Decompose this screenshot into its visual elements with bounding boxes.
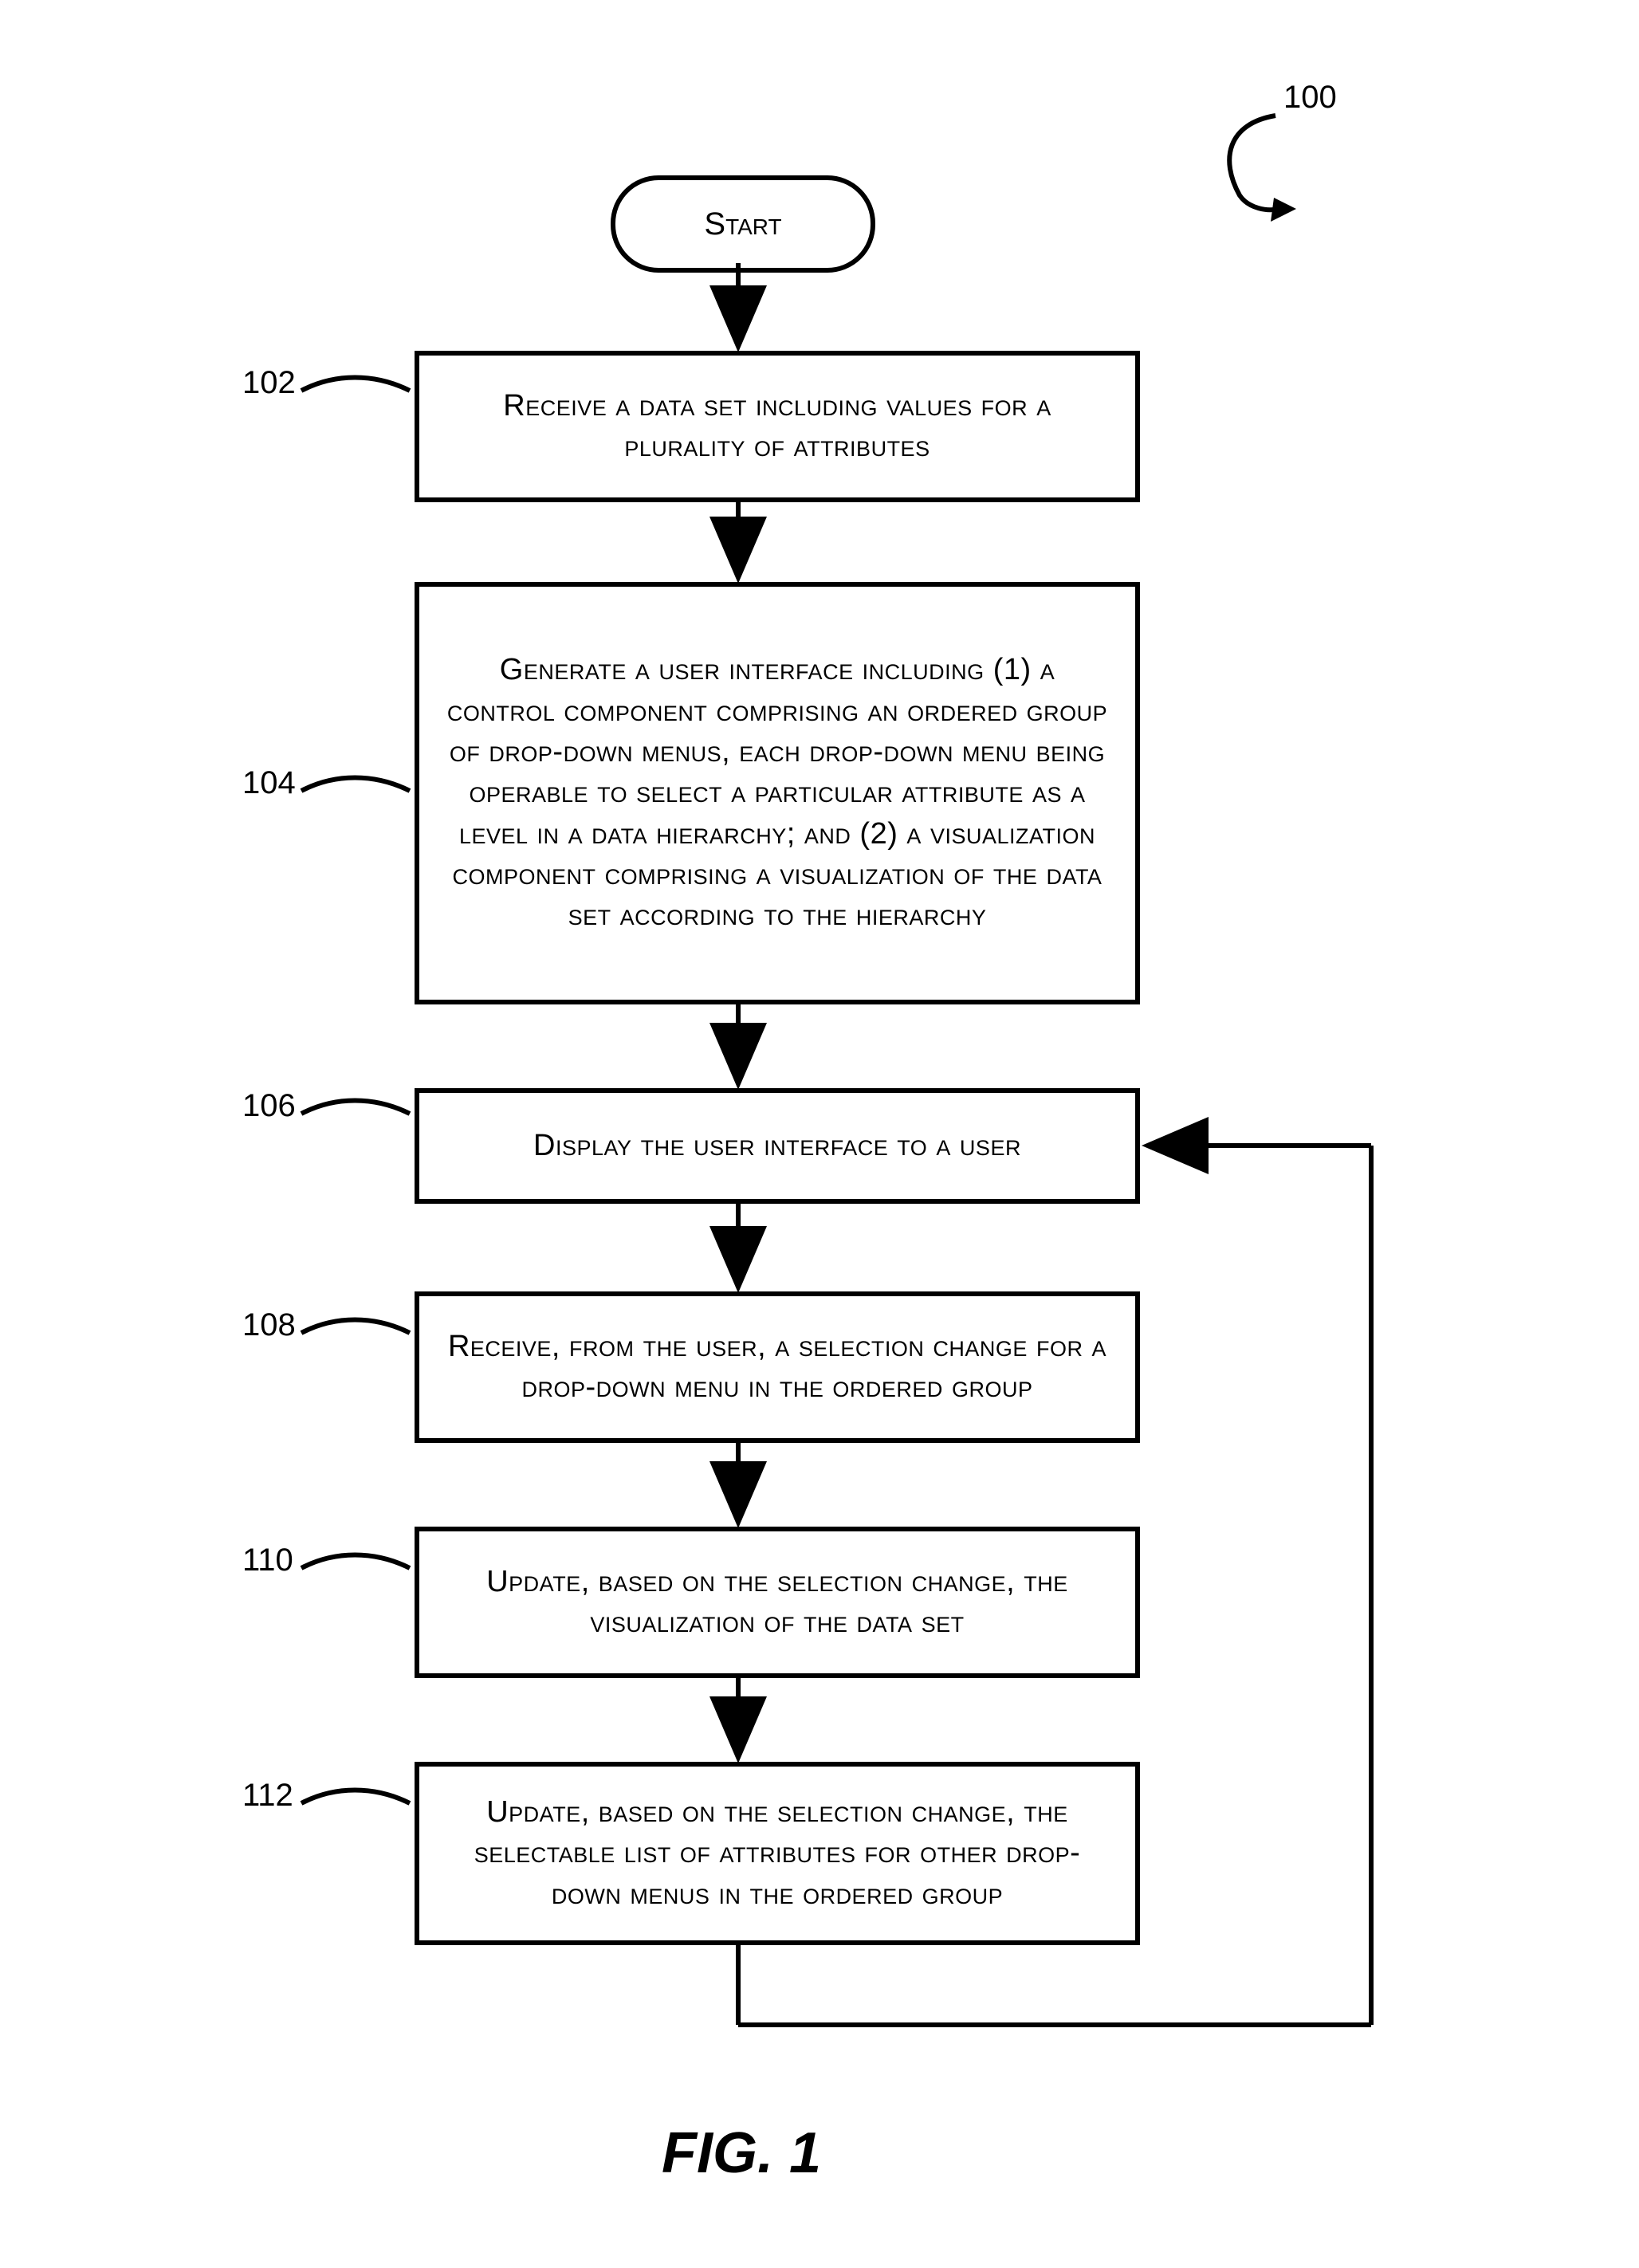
step-102-box: Receive a data set including values for … — [415, 351, 1140, 502]
step-106-text: Display the user interface to a user — [533, 1126, 1021, 1166]
step-102-ref: 102 — [242, 365, 296, 401]
step-110-ref: 110 — [242, 1543, 293, 1578]
step-112-text: Update, based on the selection change, t… — [446, 1792, 1108, 1915]
step-104-ref: 104 — [242, 765, 296, 801]
step-106-ref: 106 — [242, 1088, 296, 1124]
figure-caption: FIG. 1 — [662, 2121, 821, 2186]
step-110-box: Update, based on the selection change, t… — [415, 1527, 1140, 1678]
step-104-text: Generate a user interface including (1) … — [446, 650, 1108, 936]
start-label: Start — [704, 206, 781, 242]
flowchart-canvas: 100 Start Receive a data set including v… — [0, 0, 1639, 2268]
start-node: Start — [611, 175, 875, 273]
step-108-ref: 108 — [242, 1307, 296, 1343]
step-104-box: Generate a user interface including (1) … — [415, 582, 1140, 1004]
step-112-ref: 112 — [242, 1778, 293, 1814]
step-108-text: Receive, from the user, a selection chan… — [446, 1327, 1108, 1409]
diagram-reference-number: 100 — [1283, 80, 1337, 116]
step-106-box: Display the user interface to a user — [415, 1088, 1140, 1204]
step-102-text: Receive a data set including values for … — [446, 386, 1108, 468]
step-112-box: Update, based on the selection change, t… — [415, 1762, 1140, 1945]
step-110-text: Update, based on the selection change, t… — [446, 1562, 1108, 1644]
step-108-box: Receive, from the user, a selection chan… — [415, 1291, 1140, 1443]
